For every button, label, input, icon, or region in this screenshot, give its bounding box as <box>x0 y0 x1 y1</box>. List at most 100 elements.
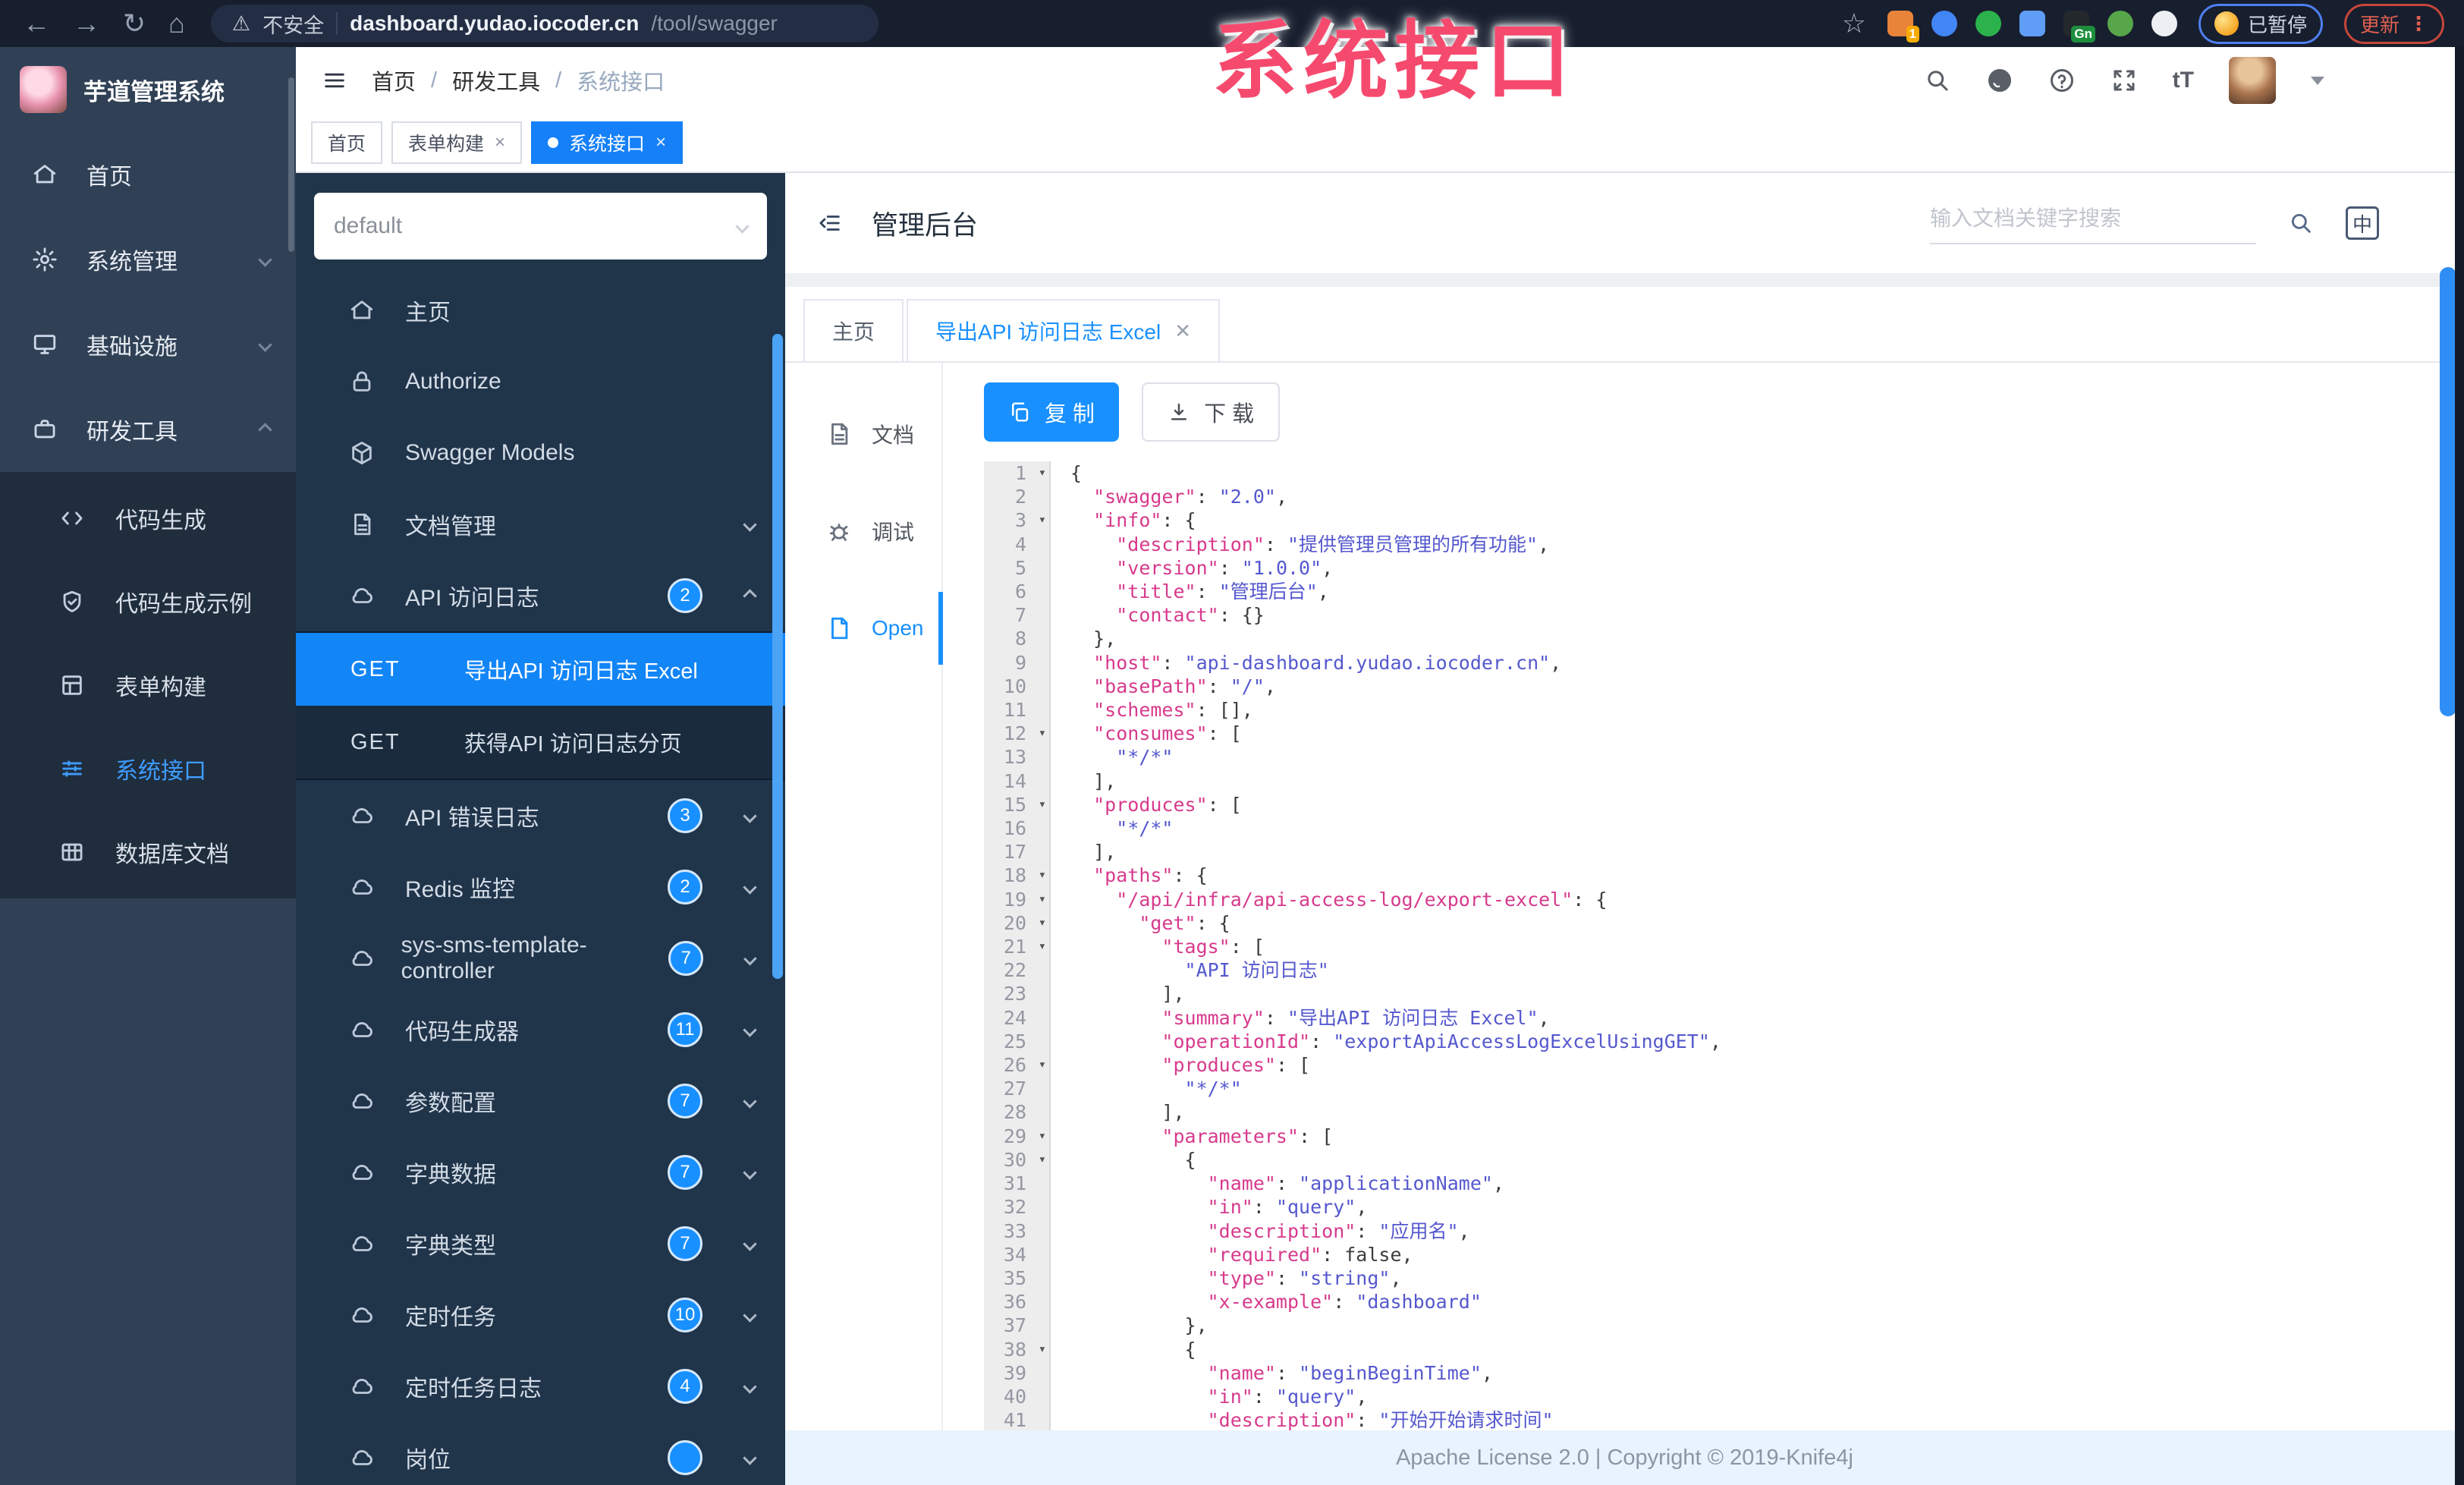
hamburger-icon[interactable] <box>322 68 347 93</box>
ext-green-circle-icon[interactable] <box>1975 11 2001 36</box>
ext-blue-drop-icon[interactable] <box>1931 11 1957 36</box>
code-line: "x-example": "dashboard" <box>1207 1291 1482 1314</box>
api-group-select[interactable]: default <box>314 193 767 260</box>
sidebar-subitem-db[interactable]: 数据库文档 <box>0 810 296 894</box>
api-group-定时任务日志[interactable]: 定时任务日志 4 <box>296 1351 785 1422</box>
api-group-定时任务[interactable]: 定时任务 10 <box>296 1279 785 1351</box>
mini-nav-Open[interactable]: Open <box>785 580 943 677</box>
fold-icon[interactable]: ▾ <box>1039 1338 1046 1361</box>
json-editor[interactable]: 1 ▾ 2 3 ▾ 4 5 6 7 8 9 10 11 12 ▾ 13 14 15 ▾ 16 17 18 ▾ 19 ▾ 20 ▾ 21… <box>984 461 2464 1430</box>
code-line: "contact": {} <box>1116 604 1265 627</box>
browser-menu-icon[interactable]: ⋮ <box>2409 14 2428 34</box>
breadcrumb-item[interactable]: 研发工具 <box>452 64 540 96</box>
paused-extension-button[interactable]: 已暂停 <box>2198 3 2323 44</box>
line-number: 11 <box>1003 699 1026 722</box>
fold-icon[interactable]: ▾ <box>1039 1125 1046 1148</box>
operation-row[interactable]: GET 导出API 访问日志 Excel <box>296 633 785 706</box>
language-icon[interactable]: 中 <box>2346 206 2379 240</box>
sidebar-subitem-api[interactable]: 系统接口 <box>0 727 296 810</box>
ext-blue-grid-icon[interactable] <box>2019 11 2045 36</box>
ext-white-flower-icon[interactable] <box>2151 11 2177 36</box>
api-group-Redis 监控[interactable]: Redis 监控 2 <box>296 851 785 923</box>
tab-label: 首页 <box>328 134 366 155</box>
doc-tab-导出API 访问日志 Excel[interactable]: 导出API 访问日志 Excel ✕ <box>907 299 1220 361</box>
api-group-字典类型[interactable]: 字典类型 7 <box>296 1208 785 1279</box>
sidebar-scrollbar[interactable] <box>288 77 294 252</box>
sidebar-item-gear[interactable]: 系统管理 <box>0 217 296 302</box>
api-group-参数配置[interactable]: 参数配置 7 <box>296 1065 785 1137</box>
line-number: 18 ▾ <box>1003 864 1046 887</box>
operation-row[interactable]: GET 获得API 访问日志分页 <box>296 706 785 779</box>
sidebar-subitem-form[interactable]: 表单构建 <box>0 643 296 727</box>
sidebar-item-tools[interactable]: 研发工具 <box>0 387 296 472</box>
close-icon[interactable]: × <box>655 132 666 153</box>
fold-icon[interactable]: ▾ <box>1039 888 1046 911</box>
logo-row[interactable]: 芋道管理系统 <box>0 47 296 132</box>
chevron-down-icon[interactable] <box>2311 76 2324 85</box>
fold-icon[interactable]: ▾ <box>1039 911 1046 935</box>
doc-search-input[interactable]: 输入文档关键字搜索 <box>1930 202 2256 244</box>
fold-icon[interactable]: ▾ <box>1039 793 1046 816</box>
tab-表单构建[interactable]: 表单构建 × <box>391 121 523 164</box>
back-icon[interactable]: ← <box>23 8 50 39</box>
breadcrumb-item[interactable]: 首页 <box>372 64 416 96</box>
chevron-down-icon <box>735 219 750 234</box>
swagger-sidebar-scrollbar[interactable] <box>772 334 783 979</box>
api-group-sys-sms-template-controller[interactable]: sys-sms-template-controller 7 <box>296 923 785 994</box>
sidebar-subitem-example[interactable]: 代码生成示例 <box>0 560 296 643</box>
tab-首页[interactable]: 首页 <box>311 121 383 164</box>
doc-tab-主页[interactable]: 主页 <box>803 299 904 361</box>
line-number: 33 <box>1003 1219 1026 1242</box>
swagger-nav-文档管理[interactable]: 文档管理 <box>296 489 785 560</box>
font-size-icon[interactable]: tT <box>2173 68 2194 93</box>
tab-系统接口[interactable]: 系统接口 × <box>531 121 684 164</box>
api-group-label: 代码生成器 <box>405 1020 519 1045</box>
api-group-API 错误日志[interactable]: API 错误日志 3 <box>296 780 785 851</box>
swagger-nav-Swagger Models[interactable]: Swagger Models <box>296 417 785 489</box>
mini-nav-文档[interactable]: 文档 <box>785 385 941 483</box>
avatar[interactable] <box>2229 57 2276 104</box>
copy-button[interactable]: 复 制 <box>984 382 1120 442</box>
help-icon[interactable] <box>2048 67 2076 94</box>
mini-nav-调试[interactable]: 调试 <box>785 483 941 580</box>
address-bar[interactable]: ⚠ 不安全 dashboard.yudao.iocoder.cn /tool/s… <box>210 5 878 42</box>
download-button[interactable]: 下 载 <box>1142 382 1281 442</box>
code-line: "operationId": "exportApiAccessLogExcelU… <box>1161 1030 1721 1052</box>
doc-search-icon[interactable] <box>2288 210 2314 236</box>
fold-icon[interactable]: ▾ <box>1039 508 1046 532</box>
bookmark-star-icon[interactable]: ☆ <box>1842 8 1866 39</box>
fold-icon[interactable]: ▾ <box>1039 722 1046 745</box>
fullscreen-icon[interactable] <box>2110 67 2138 94</box>
fold-icon[interactable]: ▾ <box>1039 864 1046 887</box>
fold-icon[interactable]: ▾ <box>1039 461 1046 485</box>
cloud-icon <box>349 1302 379 1328</box>
ext-dark-gn-icon[interactable]: Gn <box>2063 11 2095 42</box>
content-scrollbar[interactable] <box>2440 267 2456 716</box>
swagger-nav-Authorize[interactable]: Authorize <box>296 346 785 417</box>
sidebar-subitem-code[interactable]: 代码生成 <box>0 477 296 560</box>
home-icon[interactable]: ⌂ <box>168 8 185 39</box>
ext-green-leaf-icon[interactable] <box>2107 11 2133 36</box>
browser-scrollbar[interactable] <box>2455 47 2464 1485</box>
api-group-代码生成器[interactable]: 代码生成器 11 <box>296 994 785 1065</box>
forward-icon[interactable]: → <box>73 8 100 39</box>
github-icon[interactable] <box>1986 67 2013 94</box>
swagger-nav-主页[interactable]: 主页 <box>296 275 785 346</box>
api-group-字典数据[interactable]: 字典数据 7 <box>296 1137 785 1208</box>
sidebar-item-home[interactable]: 首页 <box>0 132 296 217</box>
fold-icon[interactable]: ▾ <box>1039 1148 1046 1172</box>
close-icon[interactable]: ✕ <box>1174 319 1191 343</box>
sidebar-subitem-label: 表单构建 <box>115 675 206 700</box>
sidebar-item-infra[interactable]: 基础设施 <box>0 302 296 387</box>
update-button[interactable]: 更新 ⋮ <box>2343 3 2444 44</box>
cloud-icon <box>349 803 379 829</box>
ext-orange-icon[interactable]: 1 <box>1887 11 1919 42</box>
api-group-岗位[interactable]: 岗位 <box>296 1422 785 1485</box>
reload-icon[interactable]: ↻ <box>123 8 146 39</box>
swagger-nav-API 访问日志[interactable]: API 访问日志 2 <box>296 560 785 631</box>
fold-icon[interactable]: ▾ <box>1039 935 1046 958</box>
close-icon[interactable]: × <box>495 132 505 153</box>
collapse-sidebar-icon[interactable] <box>817 210 843 236</box>
fold-icon[interactable]: ▾ <box>1039 1053 1046 1077</box>
search-icon[interactable] <box>1924 67 1951 94</box>
